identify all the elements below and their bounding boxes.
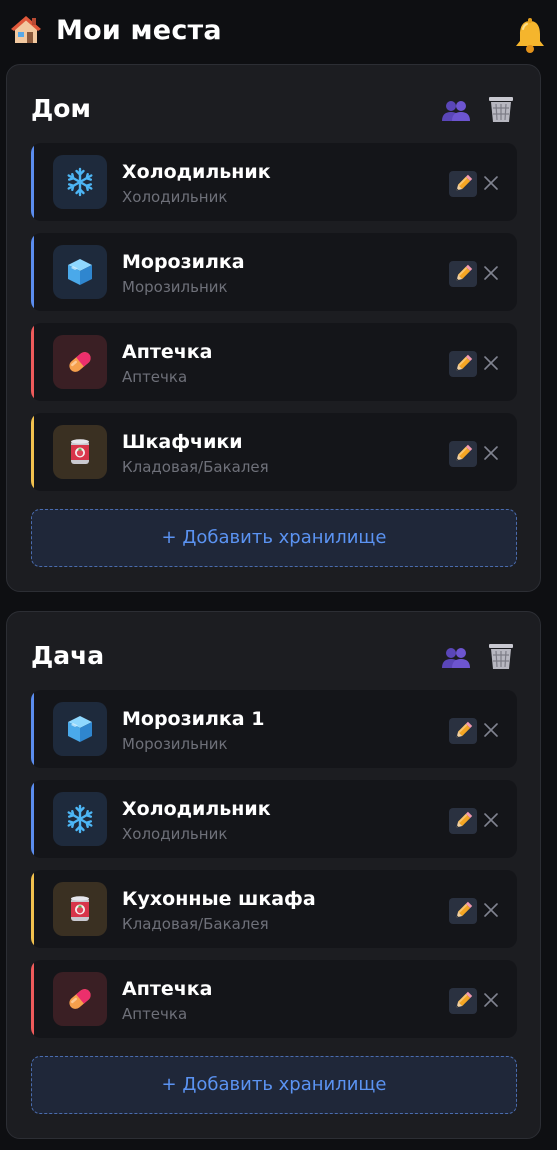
- storage-icon-box: [53, 972, 107, 1026]
- storage-name: Аптечка: [122, 978, 213, 1000]
- storage-name: Кухонные шкафа: [122, 888, 316, 910]
- storage-type: Кладовая/Бакалея: [122, 915, 269, 933]
- app-header: Мои места: [0, 0, 557, 62]
- storage-icon-box: [53, 882, 107, 936]
- storage-type: Холодильник: [122, 188, 228, 206]
- edit-button[interactable]: [449, 718, 477, 744]
- ice-cube-icon: [64, 256, 96, 288]
- storage-card[interactable]: Шкафчики Кладовая/Бакалея: [31, 413, 517, 491]
- storage-card[interactable]: Кухонные шкафа Кладовая/Бакалея: [31, 870, 517, 948]
- storage-icon-box: [53, 702, 107, 756]
- pencil-icon: [452, 900, 474, 922]
- users-icon[interactable]: [441, 99, 471, 123]
- pencil-icon: [452, 173, 474, 195]
- storage-card[interactable]: Холодильник Холодильник: [31, 143, 517, 221]
- storage-name: Шкафчики: [122, 431, 243, 453]
- close-icon[interactable]: [483, 722, 499, 738]
- house-icon: [11, 16, 41, 43]
- place-title: Дача: [31, 641, 105, 670]
- storage-icon-box: [53, 155, 107, 209]
- tin-can-icon: [64, 893, 96, 925]
- storage-name: Аптечка: [122, 341, 213, 363]
- storage-card[interactable]: Аптечка Аптечка: [31, 323, 517, 401]
- snowflake-icon: [64, 803, 96, 835]
- ice-cube-icon: [64, 713, 96, 745]
- place-section: Дача Морозилка 1 Морозильник Холодильник Хол…: [6, 611, 541, 1139]
- pencil-icon: [452, 353, 474, 375]
- close-icon[interactable]: [483, 812, 499, 828]
- page-title: Мои места: [56, 15, 222, 46]
- storage-type-stripe: [31, 233, 34, 311]
- snowflake-icon: [64, 166, 96, 198]
- place-title: Дом: [31, 94, 91, 123]
- edit-button[interactable]: [449, 441, 477, 467]
- storage-icon-box: [53, 425, 107, 479]
- close-icon[interactable]: [483, 265, 499, 281]
- add-storage-button[interactable]: + Добавить хранилище: [31, 1056, 517, 1114]
- storage-type-stripe: [31, 870, 34, 948]
- storage-name: Морозилка: [122, 251, 245, 273]
- bell-icon[interactable]: [512, 17, 548, 55]
- pencil-icon: [452, 990, 474, 1012]
- edit-button[interactable]: [449, 171, 477, 197]
- pencil-icon: [452, 810, 474, 832]
- storage-type: Морозильник: [122, 278, 228, 296]
- pencil-icon: [452, 263, 474, 285]
- edit-button[interactable]: [449, 988, 477, 1014]
- storage-card[interactable]: Аптечка Аптечка: [31, 960, 517, 1038]
- storage-name: Морозилка 1: [122, 708, 265, 730]
- edit-button[interactable]: [449, 898, 477, 924]
- add-storage-button[interactable]: + Добавить хранилище: [31, 509, 517, 567]
- close-icon[interactable]: [483, 992, 499, 1008]
- storage-type-stripe: [31, 780, 34, 858]
- storage-type: Холодильник: [122, 825, 228, 843]
- edit-button[interactable]: [449, 351, 477, 377]
- storage-type-stripe: [31, 143, 34, 221]
- close-icon[interactable]: [483, 175, 499, 191]
- storage-type-stripe: [31, 413, 34, 491]
- storage-type: Морозильник: [122, 735, 228, 753]
- storage-type: Кладовая/Бакалея: [122, 458, 269, 476]
- storage-icon-box: [53, 245, 107, 299]
- storage-icon-box: [53, 335, 107, 389]
- close-icon[interactable]: [483, 355, 499, 371]
- edit-button[interactable]: [449, 808, 477, 834]
- storage-card[interactable]: Холодильник Холодильник: [31, 780, 517, 858]
- pencil-icon: [452, 443, 474, 465]
- tin-can-icon: [64, 436, 96, 468]
- storage-card[interactable]: Морозилка 1 Морозильник: [31, 690, 517, 768]
- storage-type: Аптечка: [122, 1005, 188, 1023]
- storage-icon-box: [53, 792, 107, 846]
- edit-button[interactable]: [449, 261, 477, 287]
- trash-icon[interactable]: [487, 94, 515, 124]
- storage-name: Холодильник: [122, 798, 271, 820]
- storage-card[interactable]: Морозилка Морозильник: [31, 233, 517, 311]
- storage-type-stripe: [31, 960, 34, 1038]
- pill-icon: [64, 983, 96, 1015]
- storage-type: Аптечка: [122, 368, 188, 386]
- place-section: Дом Холодильник Холодильник Морозилка Морози…: [6, 64, 541, 592]
- storage-name: Холодильник: [122, 161, 271, 183]
- trash-icon[interactable]: [487, 641, 515, 671]
- close-icon[interactable]: [483, 902, 499, 918]
- pill-icon: [64, 346, 96, 378]
- users-icon[interactable]: [441, 646, 471, 670]
- storage-type-stripe: [31, 323, 34, 401]
- storage-type-stripe: [31, 690, 34, 768]
- pencil-icon: [452, 720, 474, 742]
- close-icon[interactable]: [483, 445, 499, 461]
